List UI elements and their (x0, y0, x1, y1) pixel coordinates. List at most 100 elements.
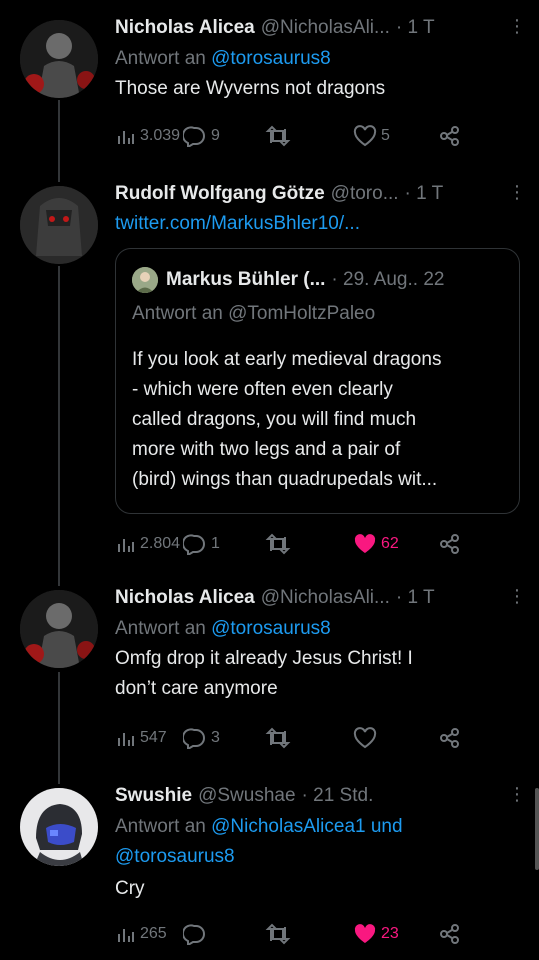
avatar[interactable] (20, 20, 98, 98)
like-count: 23 (381, 925, 399, 942)
retweet-button[interactable] (265, 923, 353, 945)
like-button[interactable] (353, 727, 439, 749)
reply-mention[interactable]: @torosaurus8 (211, 618, 331, 639)
like-button[interactable]: 62 (353, 533, 439, 555)
author-name[interactable]: Nicholas Alicea (115, 16, 255, 40)
reply-context: Antwort an @NicholasAlicea1 und @torosau… (115, 812, 525, 872)
share-button[interactable] (439, 125, 461, 147)
like-button[interactable]: 5 (353, 125, 439, 147)
more-options-icon[interactable]: ⋮ (508, 784, 526, 805)
tweet-header: Rudolf Wolfgang Götze @toro... · 1 T (115, 182, 525, 206)
share-icon (440, 924, 459, 944)
views-icon (118, 929, 134, 942)
views-count: 265 (140, 925, 167, 942)
quote-author-name: Markus Bühler (... (166, 269, 326, 290)
action-bar: 2.804 1 62 (115, 530, 485, 558)
action-bar: 547 3 (115, 724, 485, 752)
views-icon (118, 539, 134, 552)
author-handle[interactable]: @toro... (331, 182, 399, 206)
timestamp[interactable]: · 1 T (405, 182, 444, 206)
reply-button[interactable] (183, 923, 265, 945)
timestamp[interactable]: · 1 T (396, 586, 435, 610)
retweet-icon (265, 727, 291, 749)
avatar[interactable] (20, 186, 98, 264)
reply-prefix: Antwort an (115, 48, 206, 69)
retweet-button[interactable] (265, 533, 353, 555)
reply-count: 3 (211, 729, 220, 746)
tweet[interactable]: Rudolf Wolfgang Götze @toro... · 1 T ⋮ t… (0, 170, 539, 570)
views-icon (118, 131, 134, 144)
avatar[interactable] (20, 788, 98, 866)
share-button[interactable] (439, 923, 461, 945)
tweet-text: Omfg drop it already Jesus Christ! I don… (115, 644, 525, 704)
reply-icon (183, 728, 205, 749)
reply-mention[interactable]: @NicholasAlicea1 und (211, 816, 402, 837)
quote-avatar (132, 267, 158, 293)
tweet-link[interactable]: twitter.com/MarkusBhler10/... (115, 210, 525, 238)
tweet-text: Those are Wyverns not dragons (115, 78, 386, 99)
reply-prefix: Antwort an (115, 618, 206, 639)
retweet-button[interactable] (265, 727, 353, 749)
tweet-header: Nicholas Alicea @NicholasAli... · 1 T (115, 16, 525, 40)
quote-line: If you look at early medieval dragons (132, 349, 442, 370)
author-name[interactable]: Rudolf Wolfgang Götze (115, 182, 325, 206)
like-count: 62 (381, 535, 399, 552)
avatar[interactable] (20, 590, 98, 668)
scrollbar-thumb[interactable] (535, 788, 539, 870)
author-handle[interactable]: @NicholasAli... (261, 16, 390, 40)
reply-context: Antwort an @torosaurus8 (115, 614, 525, 644)
tweet[interactable]: Nicholas Alicea @NicholasAli... · 1 T ⋮ … (0, 570, 539, 770)
timestamp[interactable]: · 21 Std. (302, 784, 374, 808)
reply-button[interactable]: 9 (183, 125, 265, 147)
more-options-icon[interactable]: ⋮ (508, 16, 526, 37)
heart-icon (353, 727, 377, 749)
reply-mention[interactable]: @torosaurus8 (211, 48, 331, 69)
quote-text: If you look at early medieval dragons - … (132, 345, 505, 495)
timestamp[interactable]: · 1 T (396, 16, 435, 40)
heart-filled-icon (354, 924, 376, 943)
reply-count: 9 (211, 127, 220, 144)
like-count: 5 (381, 127, 390, 144)
author-name[interactable]: Swushie (115, 784, 192, 808)
share-button[interactable] (439, 727, 461, 749)
views-icon (118, 733, 134, 746)
action-bar: 3.039 9 5 (115, 122, 485, 150)
share-button[interactable] (439, 533, 461, 555)
views-count: 3.039 (140, 127, 181, 144)
heart-filled-icon (354, 534, 376, 553)
tweet-text: Cry (115, 878, 145, 899)
quote-line: more with two legs and a pair of (132, 439, 401, 460)
reply-button[interactable]: 1 (183, 533, 265, 555)
share-icon (440, 534, 459, 554)
tweet[interactable]: Nicholas Alicea @NicholasAli... · 1 T ⋮ … (0, 0, 539, 170)
heart-icon (353, 125, 377, 147)
retweet-button[interactable] (265, 125, 353, 147)
retweet-icon (265, 125, 291, 147)
quoted-tweet[interactable]: Markus Bühler (... · 29. Aug.. 22 Antwor… (115, 248, 520, 514)
quote-line: called dragons, you will find much (132, 409, 417, 430)
share-icon (440, 728, 459, 748)
author-handle[interactable]: @Swushae (198, 784, 295, 808)
retweet-icon (265, 923, 291, 945)
quote-timestamp: · 29. Aug.. 22 (331, 269, 445, 290)
reply-context: Antwort an @torosaurus8 (115, 44, 525, 74)
views-count: 547 (140, 729, 167, 746)
tweet[interactable]: Swushie @Swushae · 21 Std. ⋮ Antwort an … (0, 770, 539, 960)
more-options-icon[interactable]: ⋮ (508, 586, 526, 607)
retweet-icon (265, 533, 291, 555)
reply-mention[interactable]: @torosaurus8 (115, 842, 525, 872)
action-bar: 265 23 (115, 920, 485, 948)
like-button[interactable]: 23 (353, 923, 439, 945)
reply-prefix: Antwort an (115, 816, 206, 837)
share-icon (440, 126, 459, 146)
tweet-header: Swushie @Swushae · 21 Std. (115, 784, 525, 808)
author-name[interactable]: Nicholas Alicea (115, 586, 255, 610)
author-handle[interactable]: @NicholasAli... (261, 586, 390, 610)
reply-count: 1 (211, 535, 220, 552)
reply-button[interactable]: 3 (183, 727, 265, 749)
more-options-icon[interactable]: ⋮ (508, 182, 526, 203)
quote-header: Markus Bühler (... · 29. Aug.. 22 (132, 267, 444, 293)
quote-line: - which were often even clearly (132, 379, 393, 400)
reply-icon (183, 534, 205, 555)
views-count: 2.804 (140, 535, 181, 552)
